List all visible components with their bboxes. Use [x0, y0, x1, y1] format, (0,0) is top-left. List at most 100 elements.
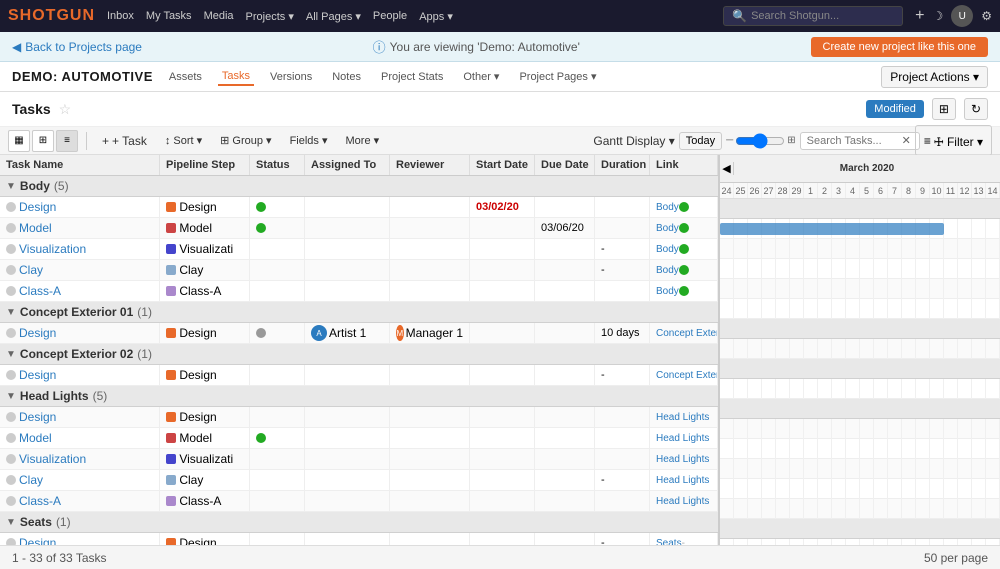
entity-link[interactable]: Concept Exterior 01 — [656, 328, 718, 339]
add-task-btn[interactable]: + + Task — [95, 131, 154, 151]
task-name-link[interactable]: Design — [19, 368, 56, 382]
fields-btn[interactable]: Fields ▾ — [283, 131, 335, 150]
gantt-cell — [874, 279, 888, 299]
gantt-cell — [986, 239, 1000, 259]
group-count: (1) — [137, 305, 152, 319]
pipeline-name: Clay — [176, 263, 203, 277]
due-date-cell — [535, 428, 595, 448]
task-name-link[interactable]: Visualization — [19, 242, 86, 256]
pipeline-cell: Model — [160, 218, 250, 238]
gantt-display[interactable]: Gantt Display ▾ — [593, 134, 674, 148]
task-name-link[interactable]: Clay — [19, 263, 43, 277]
entity-link[interactable]: Body — [656, 286, 679, 297]
zoom-range[interactable] — [735, 135, 785, 147]
nav-all-pages[interactable]: All Pages ▾ — [306, 10, 361, 23]
gantt-cell — [818, 259, 832, 279]
task-name-link[interactable]: Model — [19, 221, 52, 235]
gantt-cell — [720, 259, 734, 279]
gantt-day-11: 11 — [944, 183, 958, 198]
tab-notes[interactable]: Notes — [328, 69, 365, 85]
task-name-link[interactable]: Class-A — [19, 284, 61, 298]
tab-project-stats[interactable]: Project Stats — [377, 69, 447, 85]
gantt-day-1: 1 — [804, 183, 818, 198]
entity-link[interactable]: Concept Exterior 02 — [656, 370, 718, 381]
entity-link[interactable]: Head Lights — [656, 454, 709, 465]
more-btn[interactable]: More ▾ — [339, 131, 387, 150]
view-tile-icon[interactable]: ⊞ — [32, 130, 54, 152]
today-btn[interactable]: Today — [679, 132, 722, 150]
tab-other[interactable]: Other ▾ — [459, 68, 503, 85]
entity-link[interactable]: Body — [656, 223, 679, 234]
layout-btn[interactable]: ⊞ — [932, 98, 956, 120]
view-list-icon[interactable]: ≡ — [56, 130, 78, 152]
back-to-projects[interactable]: ◀ Back to Projects page — [12, 40, 142, 54]
pipeline-name: Design — [176, 410, 217, 424]
entity-link[interactable]: Head Lights — [656, 412, 709, 423]
task-name-link[interactable]: Model — [19, 431, 52, 445]
pipeline-name: Class-A — [176, 284, 221, 298]
task-name-link[interactable]: Visualization — [19, 452, 86, 466]
entity-link[interactable]: Body — [656, 265, 679, 276]
user-avatar[interactable]: U — [951, 5, 973, 27]
gantt-cell — [860, 479, 874, 499]
group-btn[interactable]: ⊞ Group ▾ — [213, 131, 278, 150]
gantt-cell — [846, 239, 860, 259]
favorite-star[interactable]: ☆ — [59, 101, 72, 118]
entity-link[interactable]: Body — [656, 244, 679, 255]
entity-link[interactable]: Body — [656, 202, 679, 213]
tab-versions[interactable]: Versions — [266, 69, 316, 85]
moon-icon[interactable]: ☽ — [932, 9, 943, 23]
add-icon[interactable]: + — [915, 7, 924, 25]
gantt-cell — [874, 539, 888, 545]
task-name-link[interactable]: Design — [19, 326, 56, 340]
gantt-cell — [776, 439, 790, 459]
task-name-link[interactable]: Design — [19, 410, 56, 424]
nav-people[interactable]: People — [373, 10, 407, 22]
settings-icon[interactable]: ⚙ — [981, 9, 992, 23]
modified-btn[interactable]: Modified — [866, 100, 924, 118]
sort-btn[interactable]: ↕ Sort ▾ — [158, 131, 209, 150]
gantt-cell — [888, 459, 902, 479]
due-date-cell — [535, 533, 595, 545]
tab-assets[interactable]: Assets — [165, 69, 206, 85]
gantt-cell — [874, 419, 888, 439]
entity-link[interactable]: Seats — [656, 538, 682, 546]
nav-apps[interactable]: Apps ▾ — [419, 10, 453, 23]
start-date-cell — [470, 449, 535, 469]
tab-tasks[interactable]: Tasks — [218, 68, 254, 86]
link-status-dot — [679, 265, 689, 275]
group-row-3[interactable]: ▼ Head Lights (5) — [0, 386, 718, 407]
group-row-2[interactable]: ▼ Concept Exterior 02 (1) — [0, 344, 718, 365]
group-row-0[interactable]: ▼ Body (5) — [0, 176, 718, 197]
zoom-slider[interactable]: ─ ⊞ — [726, 135, 795, 147]
filter-btn[interactable]: ≡ 🜊 Filter ▾ — [915, 125, 992, 156]
task-name-link[interactable]: Class-A — [19, 494, 61, 508]
task-name-link[interactable]: Design — [19, 200, 56, 214]
tab-project-pages[interactable]: Project Pages ▾ — [515, 68, 600, 85]
create-project-btn[interactable]: Create new project like this one — [811, 37, 988, 57]
gantt-cell — [888, 279, 902, 299]
gantt-cell — [832, 539, 846, 545]
entity-link[interactable]: Head Lights — [656, 433, 709, 444]
entity-link[interactable]: Head Lights — [656, 475, 709, 486]
task-name-link[interactable]: Design — [19, 536, 56, 545]
refresh-btn[interactable]: ↻ — [964, 98, 988, 120]
gantt-cell — [902, 479, 916, 499]
gantt-cell — [832, 499, 846, 519]
nav-media[interactable]: Media — [204, 10, 234, 22]
group-row-1[interactable]: ▼ Concept Exterior 01 (1) — [0, 302, 718, 323]
global-search[interactable]: 🔍 Search Shotgun... — [723, 6, 903, 26]
gantt-cell — [748, 539, 762, 545]
nav-my-tasks[interactable]: My Tasks — [146, 10, 192, 22]
nav-inbox[interactable]: Inbox — [107, 10, 134, 22]
project-actions-btn[interactable]: Project Actions ▾ — [881, 66, 988, 88]
task-name-link[interactable]: Clay — [19, 473, 43, 487]
clear-search-icon[interactable]: ✕ — [902, 134, 911, 147]
gantt-area: ◀ March 2020 242526272829123456789101112… — [720, 155, 1000, 545]
pipeline-color-swatch — [166, 265, 176, 275]
entity-link[interactable]: Head Lights — [656, 496, 709, 507]
group-row-4[interactable]: ▼ Seats (1) — [0, 512, 718, 533]
nav-projects[interactable]: Projects ▾ — [246, 10, 294, 23]
view-grid-icon[interactable]: ▦ — [8, 130, 30, 152]
gantt-collapse-btn[interactable]: ◀ — [720, 162, 734, 175]
